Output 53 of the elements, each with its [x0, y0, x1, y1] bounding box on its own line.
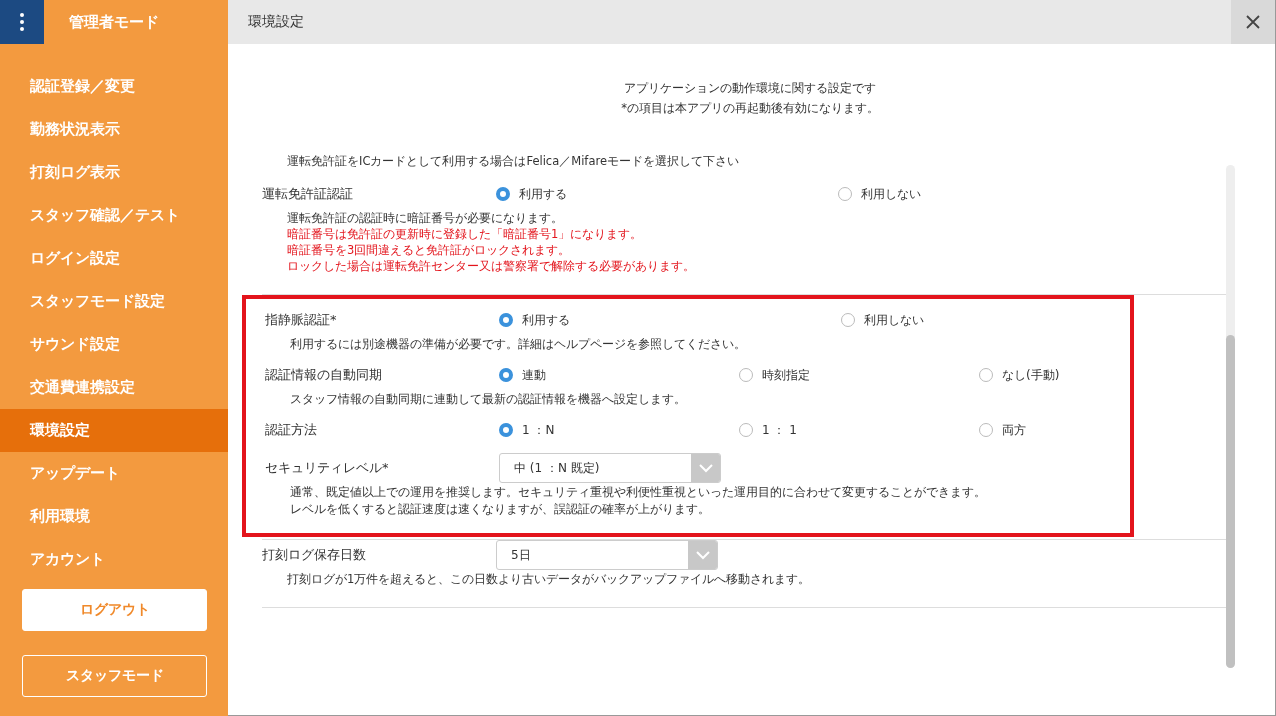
page-title: 環境設定 [248, 13, 304, 31]
sidebar-item[interactable]: スタッフモード設定 [0, 280, 228, 323]
chevron-down-icon [695, 550, 710, 560]
radio-option[interactable]: 連動 [499, 366, 546, 384]
radio-option[interactable]: 利用する [496, 185, 567, 203]
setting-description: 運転免許証の認証時に暗証番号が必要になります。 [287, 210, 564, 226]
chevron-down-icon [698, 463, 713, 473]
setting-label: 打刻ログ保存日数 [262, 546, 367, 564]
note-text: 運転免許証をICカードとして利用する場合はFelica／Mifareモードを選択して下さい [287, 154, 740, 169]
sidebar-item[interactable]: 勤務状況表示 [0, 108, 228, 151]
radio-option[interactable]: なし(手動) [979, 366, 1060, 384]
close-icon [1246, 15, 1260, 29]
sidebar-item[interactable]: 認証登録／変更 [0, 65, 228, 108]
radio-option[interactable]: 利用しない [841, 311, 924, 329]
dropdown[interactable]: 中 (1 ：N 既定) [499, 453, 721, 483]
setting-description: 通常、既定値以上での運用を推奨します。セキュリティ重視や利便性重視といった運用目的に合わせて変更することができます。 [290, 484, 987, 500]
setting-label: 指静脈認証* [265, 311, 338, 329]
setting-label: 認証情報の自動同期 [265, 366, 383, 384]
intro-text: *の項目は本アプリの再起動後有効になります。 [620, 100, 880, 117]
sidebar-item[interactable]: サウンド設定 [0, 323, 228, 366]
menu-button[interactable] [0, 0, 44, 44]
setting-description: レベルを低くすると認証速度は速くなりますが、誤認証の確率が上がります。 [290, 501, 711, 517]
warning-text: 暗証番号は免許証の更新時に登録した「暗証番号1」になります。 [287, 226, 644, 242]
close-button[interactable] [1231, 0, 1275, 44]
setting-description: 利用するには別途機器の準備が必要です。詳細はヘルプページを参照してください。 [290, 336, 747, 352]
warning-text: ロックした場合は運転免許センター又は警察署で解除する必要があります。 [287, 258, 696, 274]
dropdown[interactable]: 5日 [496, 540, 718, 570]
staff-mode-button[interactable]: スタッフモード [22, 655, 207, 697]
warning-text: 暗証番号を3回間違えると免許証がロックされます。 [287, 242, 572, 258]
radio-option[interactable]: 1 ： 1 [739, 421, 797, 439]
logout-button[interactable]: ログアウト [22, 589, 207, 631]
sidebar-item[interactable]: アップデート [0, 452, 228, 495]
sidebar-item[interactable]: 打刻ログ表示 [0, 151, 228, 194]
radio-option[interactable]: 時刻指定 [739, 366, 810, 384]
sidebar-title: 管理者モード [69, 12, 159, 32]
sidebar-item[interactable]: スタッフ確認／テスト [0, 194, 228, 237]
sidebar-item[interactable]: ログイン設定 [0, 237, 228, 280]
setting-description: スタッフ情報の自動同期に連動して最新の認証情報を機器へ設定します。 [290, 391, 687, 407]
setting-label: 運転免許証認証 [262, 185, 354, 203]
radio-option[interactable]: 利用しない [838, 185, 921, 203]
sidebar-item[interactable]: 交通費連携設定 [0, 366, 228, 409]
setting-description: 打刻ログが1万件を超えると、この日数より古いデータがバックアップファイルへ移動されます。 [287, 571, 812, 587]
intro-text: アプリケーションの動作環境に関する設定です [623, 80, 877, 97]
radio-option[interactable]: 利用する [499, 311, 570, 329]
sidebar-item[interactable]: 利用環境 [0, 495, 228, 538]
sidebar-item[interactable]: 環境設定 [0, 409, 228, 452]
radio-option[interactable]: 1 ：N [499, 421, 555, 439]
setting-label: 認証方法 [265, 421, 318, 439]
scrollbar-thumb[interactable] [1226, 335, 1235, 668]
setting-label: セキュリティレベル* [265, 459, 390, 477]
sidebar-item[interactable]: アカウント [0, 538, 228, 581]
menu-icon [20, 13, 24, 31]
radio-option[interactable]: 両方 [979, 421, 1026, 439]
